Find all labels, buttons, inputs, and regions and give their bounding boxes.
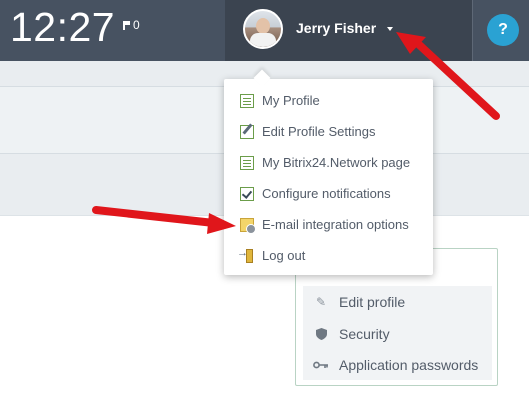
clock[interactable]: 12:27 [10,4,115,51]
side-menu-list: ✎ Edit profile Security Application pass… [303,286,492,380]
pencil-icon: ✎ [315,294,327,309]
flag-count: 0 [133,18,140,32]
divider [472,0,473,61]
user-menu-trigger[interactable]: Jerry Fisher [225,0,472,61]
menu-item-label: My Profile [262,93,320,108]
menu-item-label: Edit Profile Settings [262,124,376,139]
menu-item-label: Log out [262,248,306,263]
profile-doc-icon [240,93,254,108]
logout-door-icon [237,247,254,263]
flag-icon [123,20,130,30]
menu-item-email-integration[interactable]: E-mail integration options [224,209,433,240]
side-item-security[interactable]: Security [303,318,492,349]
user-dropdown-menu: My Profile Edit Profile Settings My Bitr… [224,79,433,275]
menu-item-edit-profile-settings[interactable]: Edit Profile Settings [224,116,433,147]
side-item-edit-profile[interactable]: ✎ Edit profile [303,286,492,317]
key-icon [312,361,330,369]
mail-gear-icon [240,217,256,234]
menu-item-label: My Bitrix24.Network page [262,155,411,170]
side-item-label: Application passwords [339,356,479,373]
menu-item-label: E-mail integration options [262,217,409,232]
menu-item-label: Configure notifications [262,186,391,201]
user-name: Jerry Fisher [296,20,377,36]
flag-counter[interactable]: 0 [123,18,140,32]
side-item-application-passwords[interactable]: Application passwords [303,349,492,380]
help-button[interactable]: ? [487,14,519,46]
notification-check-icon [240,186,254,201]
edit-doc-icon [240,124,254,139]
top-bar: 12:27 0 Jerry Fisher ? [0,0,529,61]
menu-item-configure-notifications[interactable]: Configure notifications [224,178,433,209]
side-item-label: Edit profile [339,293,406,310]
shield-icon [312,327,330,340]
menu-item-log-out[interactable]: Log out [224,240,433,271]
network-doc-icon [240,155,254,170]
menu-item-network-page[interactable]: My Bitrix24.Network page [224,147,433,178]
chevron-down-icon [387,27,393,31]
side-item-label: Security [339,325,390,342]
menu-item-my-profile[interactable]: My Profile [224,85,433,116]
avatar [243,9,283,49]
